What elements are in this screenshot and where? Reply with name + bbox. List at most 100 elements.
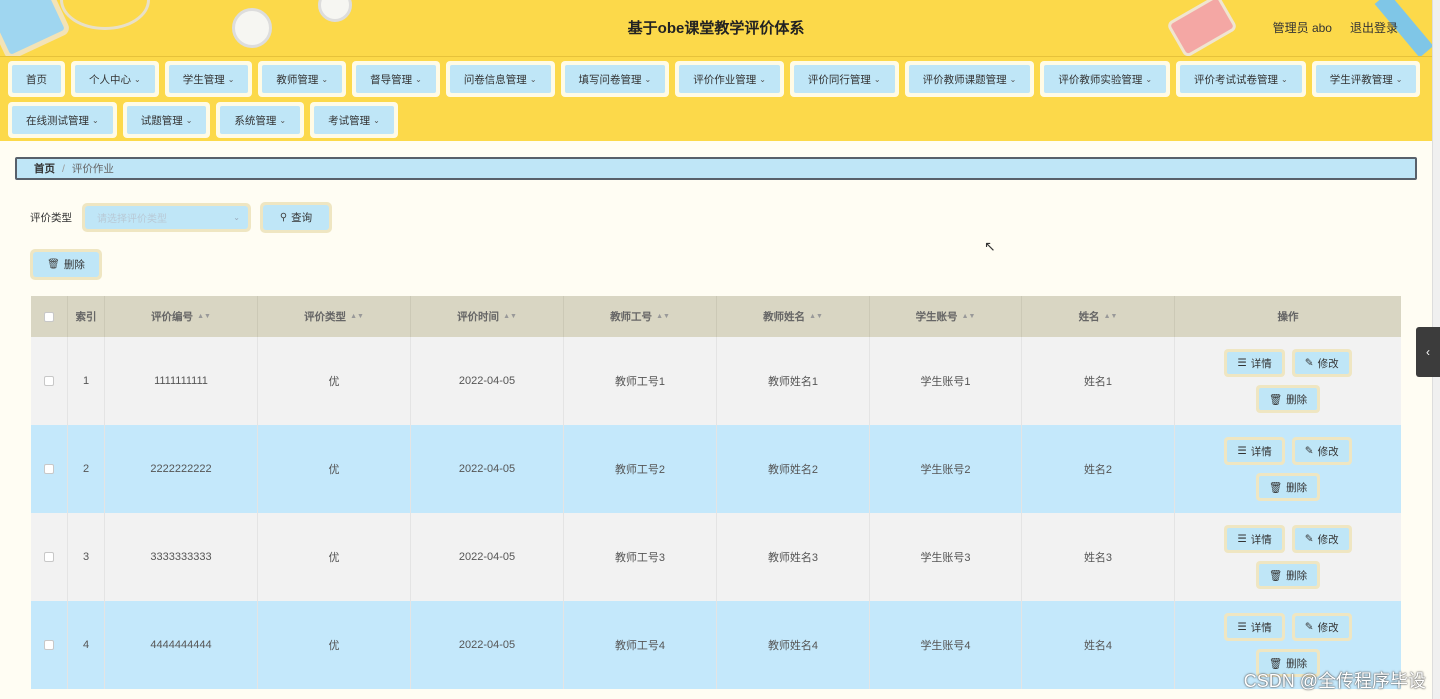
logout-link[interactable]: 退出登录 [1350, 19, 1398, 36]
nav-row: 首页 个人中心 ⌄ 学生管理 ⌄ 教师管理 ⌄ 督导管理 ⌄ 问卷信息管理 ⌄ 填写问卷管理 ⌄ 评价作业… [8, 61, 1432, 98]
row-actions: ☰ 详情 ✎ 修改 🗑 删除 [1175, 513, 1401, 601]
cell-teacher-id: 教师工号1 [564, 337, 717, 425]
detail-button[interactable]: ☰ 详情 [1224, 525, 1285, 553]
cell-index: 3 [68, 513, 105, 601]
detail-button[interactable]: ☰ 详情 [1224, 349, 1285, 377]
chevron-down-icon: ⌄ [759, 74, 766, 84]
eval-type-select[interactable]: 请选择评价类型 ⌄ [82, 203, 251, 232]
edit-button[interactable]: ✎ 修改 [1291, 437, 1352, 465]
search-icon: ⚲ [279, 212, 288, 223]
batch-delete-label: 删除 [63, 259, 85, 271]
query-button[interactable]: ⚲ 查询 [260, 202, 332, 233]
table-row[interactable]: 1 1111111111 优 2022-04-05 教师工号1 教师姓名1 学生账号1 姓名1… [31, 337, 1401, 425]
nav-item[interactable]: 在线测试管理 ⌄ [8, 102, 117, 138]
nav-item[interactable]: 填写问卷管理 ⌄ [560, 61, 670, 97]
nav-item-label: 评价教师实验管理 [1058, 73, 1143, 86]
row-checkbox[interactable] [44, 464, 54, 474]
cell-student-account: 学生账号2 [870, 425, 1022, 513]
cell-teacher-id: 教师工号3 [564, 513, 717, 601]
cell-type: 优 [258, 601, 411, 689]
top-nav: 首页 个人中心 ⌄ 学生管理 ⌄ 教师管理 ⌄ 督导管理 ⌄ 问卷信息管理 ⌄ 填写问卷管理 ⌄ 评价作业… [0, 57, 1432, 141]
collapse-panel-button[interactable]: ‹ [1416, 327, 1440, 377]
detail-button[interactable]: ☰ 详情 [1224, 613, 1285, 641]
nav-item[interactable]: 评价作业管理 ⌄ [675, 61, 784, 97]
breadcrumb: 首页 / 评价作业 [15, 157, 1417, 180]
th-teacher-id[interactable]: 教师工号 ▲▼ [564, 296, 717, 337]
table-row[interactable]: 3 3333333333 优 2022-04-05 教师工号3 教师姓名3 学生账号3 姓名3… [31, 513, 1401, 601]
chevron-down-icon: ⌄ [279, 115, 287, 125]
nav-item[interactable]: 个人中心 ⌄ [71, 61, 159, 97]
edit-button[interactable]: ✎ 修改 [1291, 525, 1352, 553]
row-checkbox[interactable] [44, 640, 54, 650]
sort-icon[interactable]: ▲▼ [197, 313, 211, 320]
nav-item[interactable]: 评价教师实验管理 ⌄ [1040, 61, 1171, 97]
nav-item[interactable]: 学生评教管理 ⌄ [1311, 61, 1421, 97]
table-row[interactable]: 2 2222222222 优 2022-04-05 教师工号2 教师姓名2 学生账号2 姓名2… [31, 425, 1401, 513]
sort-icon[interactable]: ▲▼ [962, 313, 976, 320]
row-checkbox[interactable] [44, 552, 54, 562]
chevron-down-icon: ⌄ [1145, 74, 1153, 84]
nav-item[interactable]: 考试管理 ⌄ [310, 102, 398, 138]
th-index: 索引 [68, 296, 105, 337]
nav-item[interactable]: 教师管理 ⌄ [258, 61, 347, 97]
chevron-down-icon: ⌄ [185, 115, 193, 125]
row-select-cell [31, 513, 68, 601]
detail-button[interactable]: ☰ 详情 [1224, 437, 1285, 465]
th-time[interactable]: 评价时间 ▲▼ [411, 296, 564, 337]
table-row[interactable]: 4 4444444444 优 2022-04-05 教师工号4 教师姓名4 学生账号4 姓名4… [31, 601, 1401, 689]
nav-item[interactable]: 系统管理 ⌄ [216, 102, 305, 138]
detail-button-label: 详情 [1250, 357, 1272, 370]
chevron-down-icon: ⌄ [1395, 74, 1403, 84]
nav-item-label: 评价考试试卷管理 [1194, 73, 1279, 86]
nav-item[interactable]: 试题管理 ⌄ [122, 102, 211, 138]
th-student-account[interactable]: 学生账号 ▲▼ [870, 296, 1022, 337]
row-checkbox[interactable] [44, 376, 54, 386]
nav-item[interactable]: 评价同行管理 ⌄ [789, 61, 899, 97]
edit-icon: ✎ [1304, 533, 1314, 545]
sort-icon[interactable]: ▲▼ [350, 313, 364, 320]
delete-button[interactable]: 🗑 删除 [1255, 561, 1321, 589]
trash-icon: 🗑 [1268, 569, 1283, 582]
cell-name: 姓名1 [1022, 337, 1175, 425]
document-icon: ☰ [1237, 357, 1247, 369]
delete-button[interactable]: 🗑 删除 [1255, 473, 1321, 501]
query-button-label: 查询 [291, 212, 313, 224]
row-select-cell [31, 337, 68, 425]
nav-item-label: 考试管理 [328, 114, 371, 127]
select-all-checkbox[interactable] [44, 311, 54, 322]
cell-student-account: 学生账号3 [870, 513, 1022, 601]
edit-button[interactable]: ✎ 修改 [1291, 349, 1352, 377]
th-type[interactable]: 评价类型 ▲▼ [258, 296, 411, 337]
sort-icon[interactable]: ▲▼ [1104, 313, 1118, 320]
batch-delete-button[interactable]: 🗑 删除 [30, 249, 102, 280]
nav-item[interactable]: 督导管理 ⌄ [352, 61, 440, 97]
nav-item[interactable]: 评价考试试卷管理 ⌄ [1176, 61, 1306, 97]
app-title: 基于obe课堂教学评价体系 [627, 20, 805, 37]
th-code[interactable]: 评价编号 ▲▼ [105, 296, 258, 337]
breadcrumb-separator: / [62, 162, 65, 175]
cell-time: 2022-04-05 [411, 337, 564, 425]
nav-item[interactable]: 首页 [8, 61, 65, 97]
edit-button[interactable]: ✎ 修改 [1291, 613, 1352, 641]
nav-item-label: 试题管理 [140, 114, 183, 127]
sort-icon[interactable]: ▲▼ [503, 313, 517, 320]
nav-item[interactable]: 问卷信息管理 ⌄ [445, 61, 555, 97]
nav-row: 在线测试管理 ⌄ 试题管理 ⌄ 系统管理 ⌄ 考试管理 ⌄ [8, 102, 1432, 139]
breadcrumb-home[interactable]: 首页 [34, 161, 55, 176]
th-teacher-name[interactable]: 教师姓名 ▲▼ [717, 296, 870, 337]
cell-code: 1111111111 [105, 337, 258, 425]
user-name[interactable]: 管理员 abo [1273, 19, 1332, 36]
breadcrumb-current: 评价作业 [71, 163, 114, 175]
nav-item[interactable]: 学生管理 ⌄ [164, 61, 253, 97]
delete-button[interactable]: 🗑 删除 [1255, 385, 1321, 413]
cell-name: 姓名2 [1022, 425, 1175, 513]
row-actions: ☰ 详情 ✎ 修改 🗑 删除 [1175, 337, 1401, 425]
header-user-area: 管理员 abo 退出登录 [1273, 19, 1398, 36]
sort-icon[interactable]: ▲▼ [809, 313, 823, 320]
nav-item-label: 填写问卷管理 [578, 73, 642, 86]
chevron-down-icon: ⌄ [644, 74, 652, 84]
nav-item[interactable]: 评价教师课题管理 ⌄ [904, 61, 1035, 97]
th-name[interactable]: 姓名 ▲▼ [1022, 296, 1175, 337]
sort-icon[interactable]: ▲▼ [656, 313, 670, 320]
nav-item-label: 督导管理 [370, 73, 413, 86]
